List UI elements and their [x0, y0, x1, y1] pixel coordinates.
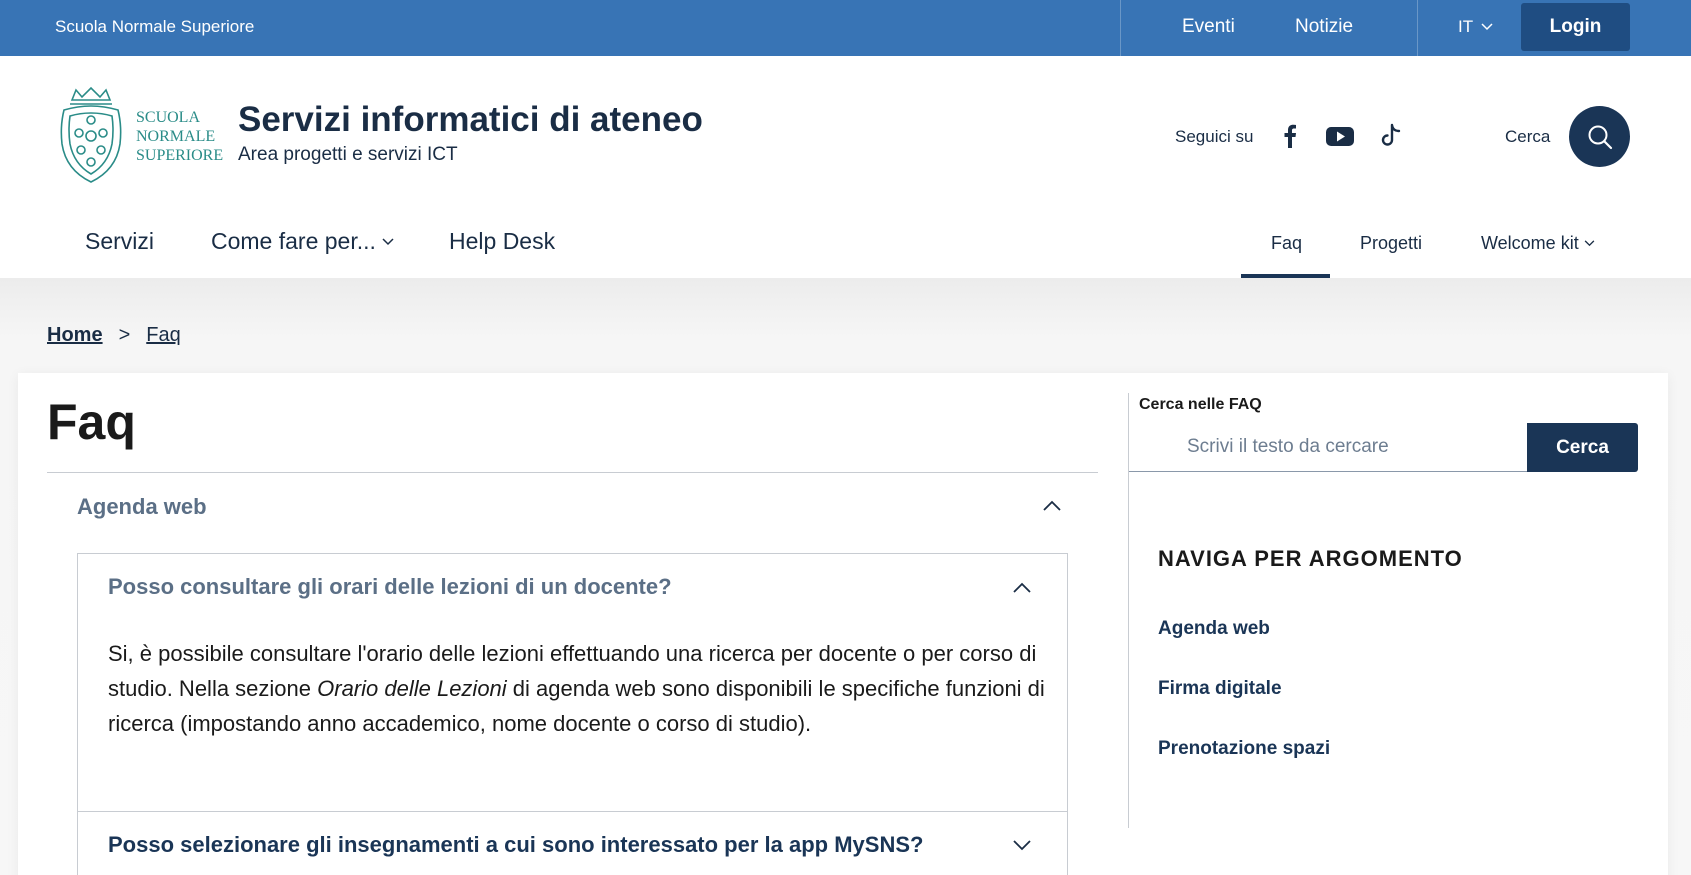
faq-question[interactable]: Posso consultare gli orari delle lezioni…: [108, 574, 672, 600]
breadcrumb-home[interactable]: Home: [47, 324, 103, 347]
nav-item-label: Servizi: [85, 228, 155, 254]
nav-item-label: Faq: [1271, 233, 1303, 253]
faq-search-label: Cerca nelle FAQ: [1139, 396, 1262, 413]
nav-item-label: Progetti: [1360, 233, 1423, 253]
chevron-down-icon: [1584, 240, 1595, 247]
chevron-up-icon: [1043, 500, 1061, 511]
nav-item-come-fare-per[interactable]: Come fare per...: [211, 228, 394, 255]
follow-label: Seguici su: [1175, 127, 1254, 146]
divider: [47, 472, 1098, 473]
faq-answer: Si, è possibile consultare l'orario dell…: [108, 636, 1048, 741]
nav-item-welcome-kit[interactable]: Welcome kit: [1481, 233, 1595, 254]
breadcrumb-separator: >: [118, 324, 131, 346]
main-navigation: Servizi Come fare per... Help Desk Faq P…: [0, 206, 1691, 278]
tiktok-icon[interactable]: [1377, 122, 1405, 150]
faq-question[interactable]: Posso selezionare gli insegnamenti a cui…: [108, 832, 923, 858]
divider: [1417, 0, 1418, 56]
nav-item-label: Help Desk: [449, 228, 556, 254]
nav-item-servizi[interactable]: Servizi: [85, 228, 154, 255]
nav-item-progetti[interactable]: Progetti: [1360, 233, 1422, 254]
nav-item-label: Welcome kit: [1481, 233, 1579, 253]
topic-link-prenotazione-spazi[interactable]: Prenotazione spazi: [1158, 738, 1330, 760]
topic-link-firma-digitale[interactable]: Firma digitale: [1158, 678, 1282, 700]
site-header: SCUOLA NORMALE SUPERIORE Servizi informa…: [0, 56, 1691, 206]
site-subtitle: Area progetti e servizi ICT: [238, 144, 458, 165]
topic-link-agenda-web[interactable]: Agenda web: [1158, 618, 1270, 640]
language-label: IT: [1458, 17, 1474, 36]
search-icon: [1588, 125, 1612, 149]
org-name-link[interactable]: Scuola Normale Superiore: [55, 17, 254, 37]
logo-wordmark: SCUOLA NORMALE SUPERIORE: [136, 108, 223, 165]
logo-line: NORMALE: [136, 128, 216, 145]
breadcrumb-current[interactable]: Faq: [146, 324, 180, 347]
link-eventi[interactable]: Eventi: [1182, 16, 1235, 38]
breadcrumb: Home > Faq: [47, 324, 181, 347]
sns-crest-icon: [60, 86, 122, 183]
search-label: Cerca: [1505, 127, 1551, 146]
logo-line: SUPERIORE: [136, 147, 224, 164]
faq-search-input[interactable]: [1129, 423, 1527, 472]
divider: [78, 811, 1067, 812]
sns-logo[interactable]: SCUOLA NORMALE SUPERIORE: [54, 86, 224, 186]
login-button[interactable]: Login: [1521, 3, 1630, 51]
facebook-icon[interactable]: [1276, 122, 1304, 150]
logo-line: SCUOLA: [136, 109, 201, 126]
utility-bar: Scuola Normale Superiore Eventi Notizie …: [0, 0, 1691, 56]
language-selector[interactable]: IT: [1458, 17, 1493, 37]
chevron-down-icon: [382, 237, 394, 245]
divider: [1120, 0, 1121, 56]
topics-heading: NAVIGA PER ARGOMENTO: [1158, 546, 1463, 571]
chevron-up-icon[interactable]: [1013, 582, 1031, 593]
site-title[interactable]: Servizi informatici di ateneo: [238, 100, 703, 140]
nav-item-help-desk[interactable]: Help Desk: [449, 228, 555, 255]
faq-search-button[interactable]: Cerca: [1527, 423, 1638, 472]
nav-item-label: Come fare per...: [211, 228, 376, 254]
chevron-down-icon[interactable]: [1013, 840, 1031, 851]
chevron-down-icon: [1481, 23, 1493, 31]
search-button[interactable]: [1569, 106, 1630, 167]
page-title: Faq: [47, 394, 136, 450]
link-notizie[interactable]: Notizie: [1295, 16, 1353, 38]
youtube-icon[interactable]: [1325, 122, 1355, 150]
faq-answer-emphasis: Orario delle Lezioni: [317, 676, 507, 701]
nav-item-faq[interactable]: Faq: [1271, 233, 1302, 254]
accordion-section-label: Agenda web: [77, 494, 207, 519]
accordion-section-agenda-web[interactable]: Agenda web: [77, 492, 1077, 522]
